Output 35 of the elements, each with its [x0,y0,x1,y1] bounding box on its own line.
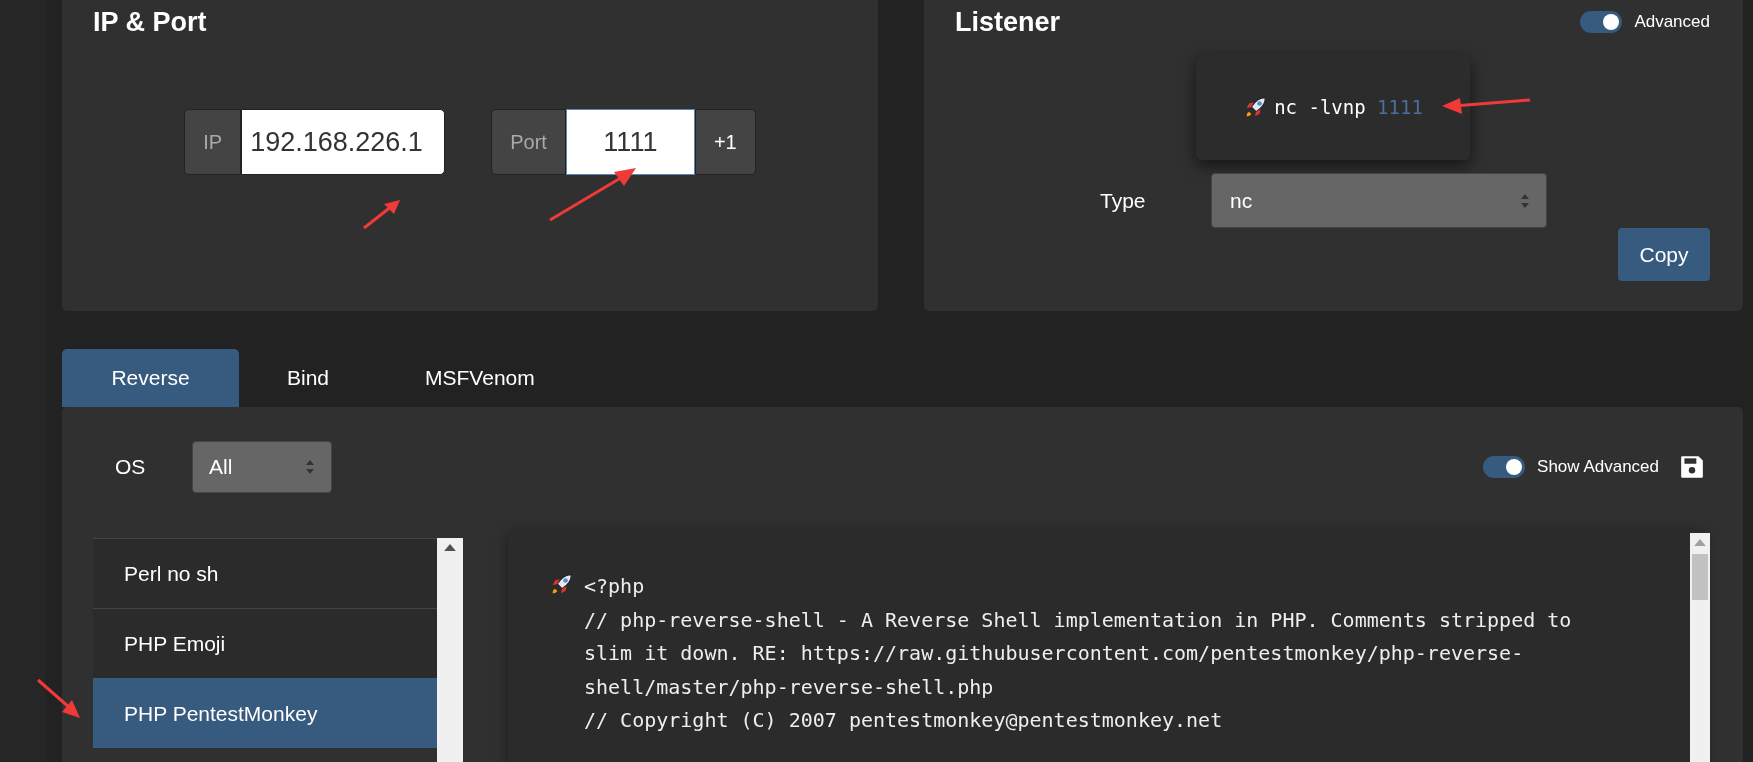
sort-caret-icon [305,459,315,475]
tab[interactable]: Bind [239,349,378,407]
shell-list-item[interactable]: PHP PentestMonkey [93,678,437,748]
copy-button[interactable]: Copy [1618,228,1710,281]
ip-label: IP [184,109,242,175]
scrollbar[interactable] [1690,533,1710,762]
shell-list-item[interactable]: PHP Emoji [93,608,437,678]
port-input[interactable]: 1111 [565,109,695,175]
os-select[interactable]: All [192,441,332,493]
advanced-toggle[interactable] [1580,11,1623,33]
card-title: IP & Port [93,6,208,39]
sort-caret-icon [1520,192,1530,209]
save-icon[interactable] [1679,454,1705,480]
type-label: Type [1100,188,1147,213]
advanced-label: Advanced [1634,12,1710,32]
tab[interactable]: Reverse [62,349,239,407]
type-select[interactable]: nc [1211,173,1547,228]
card-title: Listener [955,6,1061,39]
shell-list-item[interactable]: Perl no sh [93,538,437,608]
code-line: // Copyright (C) 2007 pentestmonkey@pentestmonkey.net [584,707,1224,735]
tab[interactable]: MSFVenom [377,349,583,407]
listener-command: nc -lvnp 1111 [1274,96,1423,118]
ip-input[interactable]: 192.168.226.1 [241,109,446,175]
code-line: <?php [584,573,646,600]
annotation-arrow [362,198,402,230]
show-advanced-label: Show Advanced [1537,457,1659,477]
port-label: Port [491,109,566,175]
scroll-up-icon[interactable] [444,544,456,551]
scrollbar[interactable] [437,538,463,762]
show-advanced-toggle[interactable] [1483,456,1526,478]
scrollbar-thumb[interactable] [1692,554,1708,600]
annotation-arrow [36,678,82,720]
os-label: OS [115,455,147,479]
code-line: // php-reverse-shell - A Reverse Shell implementation in PHP. Comments stripped to slim it down. RE: https://raw.githubusercontent.com/pentestmonkey/php-reverse-shell/master/php-reverse-shell.php [584,606,1573,701]
increment-button[interactable]: +1 [694,109,756,175]
